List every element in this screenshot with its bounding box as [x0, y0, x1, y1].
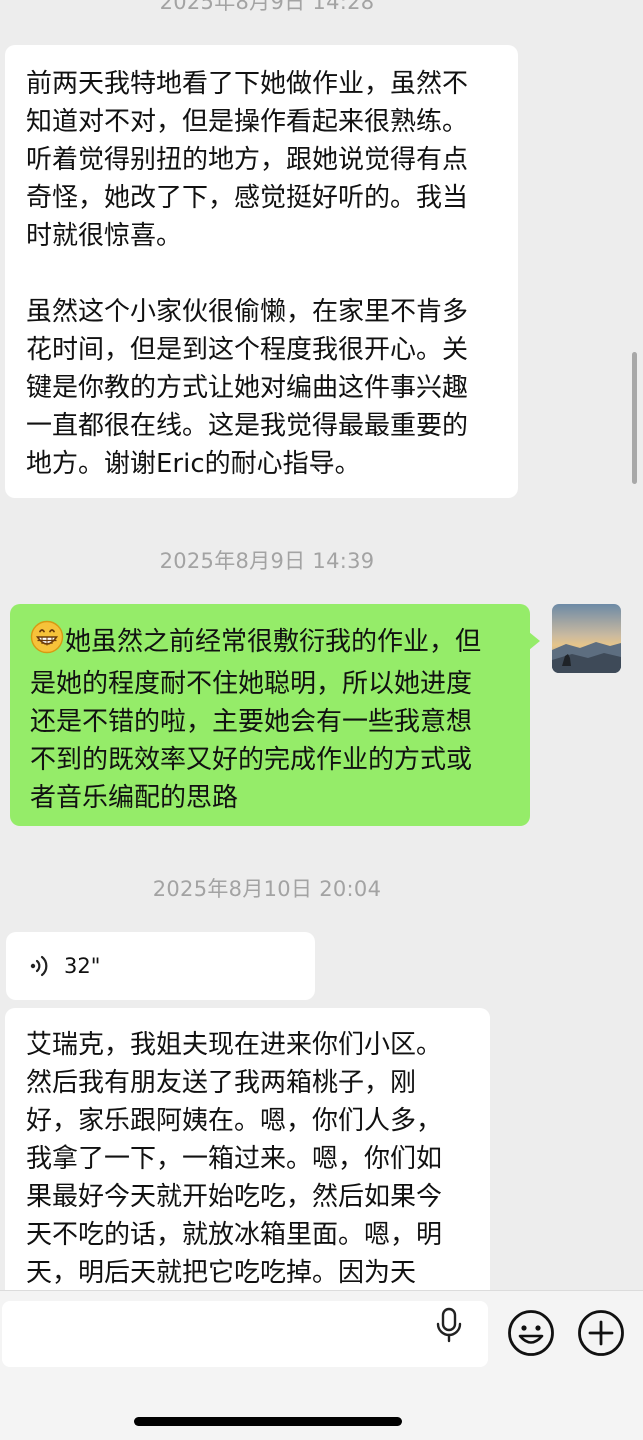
message-text: 她虽然之前经常很敷衍我的作业，但 是她的程度耐不住她聪明，所以她进度 还是不错的…: [30, 620, 520, 817]
paragraph-spacer: [26, 255, 500, 293]
voice-message[interactable]: 32": [6, 932, 315, 1000]
input-toolbar: [0, 1290, 643, 1440]
home-indicator[interactable]: [134, 1417, 402, 1426]
grinning-face-icon: [30, 620, 64, 665]
timestamp: 2025年8月10日 20:04: [152, 877, 382, 901]
emoji-face-icon[interactable]: [507, 1309, 555, 1357]
voice-duration: 32": [64, 954, 101, 978]
incoming-message[interactable]: 艾瑞克，我姐夫现在进来你们小区。 然后我有朋友送了我两箱桃子，刚 好，家乐跟阿姨…: [5, 1008, 490, 1290]
timestamp: 2025年8月9日 14:28: [159, 0, 375, 14]
voice-wave-icon: [30, 954, 50, 978]
microphone-icon[interactable]: [432, 1305, 466, 1349]
message-text: 艾瑞克，我姐夫现在进来你们小区。 然后我有朋友送了我两箱桃子，刚 好，家乐跟阿姨…: [26, 1030, 443, 1288]
scrollbar[interactable]: [632, 352, 637, 484]
outgoing-message[interactable]: 她虽然之前经常很敷衍我的作业，但 是她的程度耐不住她聪明，所以她进度 还是不错的…: [10, 604, 540, 826]
plus-icon[interactable]: [577, 1309, 625, 1357]
message-input[interactable]: [2, 1301, 488, 1367]
incoming-message[interactable]: 前两天我特地看了下她做作业，虽然不 知道对不对，但是操作看起来很熟练。 听着觉得…: [5, 45, 518, 498]
timestamp: 2025年8月9日 14:39: [159, 549, 375, 573]
avatar[interactable]: [552, 604, 621, 673]
message-body: 她虽然之前经常很敷衍我的作业，但 是她的程度耐不住她聪明，所以她进度 还是不错的…: [30, 627, 482, 813]
message-paragraph: 前两天我特地看了下她做作业，虽然不 知道对不对，但是操作看起来很熟练。 听着觉得…: [26, 69, 469, 251]
chat-scroll-area[interactable]: 2025年8月9日 14:28 前两天我特地看了下她做作业，虽然不 知道对不对，…: [0, 0, 643, 1290]
message-paragraph: 虽然这个小家伙很偷懒，在家里不肯多 花时间，但是到这个程度我很开心。关 键是你教…: [26, 297, 469, 479]
